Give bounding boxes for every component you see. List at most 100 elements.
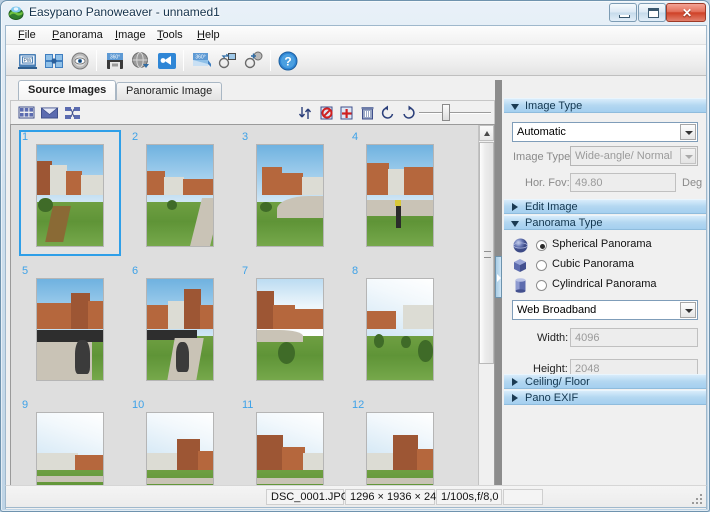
menu-help[interactable]: Help [191, 28, 226, 43]
scroll-up-button[interactable] [479, 125, 494, 141]
chevron-down-icon[interactable] [680, 124, 696, 140]
menu-panorama[interactable]: Panorama [46, 28, 109, 43]
thumbnail-grid-inner: 1 2 3 4 5 6 7 8 9 10 11 12 [11, 125, 479, 503]
single-image-view-icon[interactable] [40, 104, 59, 122]
menu-image[interactable]: Image [109, 28, 152, 43]
remove-image-icon[interactable] [318, 104, 337, 122]
thumbnail-image[interactable] [366, 144, 434, 247]
thumbnail-image[interactable] [146, 144, 214, 247]
toolbar-separator-2 [183, 50, 184, 71]
sort-images-icon[interactable] [296, 104, 315, 122]
client-area: File Panorama Image Tools Help PW 360° 3… [5, 25, 707, 509]
add-hotspot-icon[interactable] [242, 49, 266, 73]
thumbnail-image[interactable] [256, 278, 324, 381]
detail-list-view-icon[interactable] [63, 104, 82, 122]
publish-360-icon[interactable]: 360° [190, 49, 214, 73]
close-button[interactable]: ✕ [666, 3, 706, 22]
window-title: Easypano Panoweaver - unnamed1 [29, 5, 220, 19]
thumbnail-cell-7[interactable]: 7 [239, 265, 341, 395]
thumbnail-cell-5[interactable]: 5 [19, 265, 121, 395]
thumbnail-number: 7 [242, 265, 249, 277]
chevron-down-icon[interactable] [680, 302, 696, 318]
tab-strip: Source Images Panoramic Image [10, 80, 495, 100]
zoom-slider-thumb[interactable] [442, 104, 450, 121]
thumbnail-image[interactable] [256, 144, 324, 247]
hor-fov-value: 49.80 [575, 177, 603, 189]
share-icon[interactable] [155, 49, 179, 73]
option-label: Spherical Panorama [552, 238, 652, 250]
panorama-width-input[interactable]: 4096 [570, 328, 698, 347]
sphere-icon [512, 237, 529, 254]
panorama-quality-combo[interactable]: Web Broadband [512, 300, 698, 320]
application-window: Easypano Panoweaver - unnamed1 ✕ File Pa… [0, 0, 710, 512]
resize-grip[interactable] [690, 492, 704, 506]
thumbnail-image[interactable] [36, 278, 104, 381]
thumbnail-cell-3[interactable]: 3 [239, 131, 341, 261]
thumbnail-grid[interactable]: 1 2 3 4 5 6 7 8 9 10 11 12 [10, 124, 495, 504]
thumbnail-cell-8[interactable]: 8 [349, 265, 451, 395]
virtual-tour-icon[interactable] [216, 49, 240, 73]
help-icon[interactable]: ? [276, 49, 300, 73]
new-project-icon[interactable]: PW [16, 49, 40, 73]
image-type-label: Image Type: [513, 151, 574, 163]
settings-panel: Image Type Automatic Image Type: Wide-an… [504, 80, 706, 504]
image-type-combo[interactable]: Wide-angle/ Normal [570, 146, 698, 166]
grid-vertical-scrollbar[interactable] [478, 125, 494, 503]
thumbnail-number: 6 [132, 265, 139, 277]
delete-all-icon[interactable] [358, 104, 377, 122]
thumbnail-zoom-slider[interactable] [419, 104, 491, 121]
scrollbar-thumb[interactable] [479, 142, 494, 364]
image-type-mode-combo[interactable]: Automatic [512, 122, 698, 142]
section-edit-image[interactable]: Edit Image [504, 199, 706, 214]
section-image-type[interactable]: Image Type [504, 98, 706, 113]
minimize-button[interactable] [609, 3, 637, 22]
radio-cubic[interactable] [536, 260, 547, 271]
panorama-option-spherical[interactable]: Spherical Panorama [504, 236, 706, 256]
hor-fov-input[interactable]: 49.80 [570, 173, 676, 192]
section-pano-exif[interactable]: Pano EXIF [504, 390, 706, 405]
thumbnail-cell-2[interactable]: 2 [129, 131, 231, 261]
thumbnail-image[interactable] [366, 278, 434, 381]
rotate-right-icon[interactable] [399, 104, 418, 122]
radio-spherical[interactable] [536, 240, 547, 251]
panorama-option-cylindrical[interactable]: Cylindrical Panorama [504, 276, 706, 296]
combo-value: Automatic [517, 126, 566, 138]
thumbnail-view-icon[interactable] [17, 104, 36, 122]
thumbnail-image[interactable] [36, 144, 104, 247]
maximize-button[interactable] [638, 3, 666, 22]
pane-splitter[interactable] [495, 80, 502, 504]
preview-icon[interactable] [68, 49, 92, 73]
cylinder-icon [512, 277, 529, 294]
add-image-icon[interactable] [338, 104, 357, 122]
main-toolbar: PW 360° 360° ? [6, 45, 706, 76]
panorama-width-value: 4096 [575, 332, 600, 344]
status-bar: DSC_0001.JPG 1296 × 1936 × 24b 1/100s,f/… [5, 485, 707, 508]
menu-file[interactable]: File [12, 28, 42, 43]
tab-source-images[interactable]: Source Images [18, 80, 117, 100]
save-panorama-icon[interactable]: 360° [103, 49, 127, 73]
radio-cylindrical[interactable] [536, 280, 547, 291]
source-images-pane: Source Images Panoramic Image 1 2 3 4 5 … [10, 80, 495, 504]
menu-tools[interactable]: Tools [151, 28, 189, 43]
thumbnail-number: 4 [352, 131, 359, 143]
thumbnail-number: 2 [132, 131, 139, 143]
thumbnail-cell-1[interactable]: 1 [19, 130, 121, 261]
close-icon: ✕ [682, 6, 693, 20]
thumbnail-toolbar [10, 100, 495, 124]
svg-text:PW: PW [23, 58, 31, 64]
tab-panoramic-image[interactable]: Panoramic Image [116, 82, 223, 100]
stitch-icon[interactable] [42, 49, 66, 73]
thumbnail-cell-4[interactable]: 4 [349, 131, 451, 261]
publish-globe-icon[interactable] [129, 49, 153, 73]
thumbnail-image[interactable] [146, 278, 214, 381]
section-panorama-type[interactable]: Panorama Type [504, 215, 706, 230]
rotate-left-icon[interactable] [379, 104, 398, 122]
section-label: Pano EXIF [525, 392, 579, 404]
panorama-option-cubic[interactable]: Cubic Panorama [504, 256, 706, 276]
section-ceiling-floor[interactable]: Ceiling/ Floor [504, 374, 706, 389]
chevron-down-icon[interactable] [680, 148, 696, 164]
toolbar-separator-3 [270, 50, 271, 71]
splitter-collapse-handle[interactable] [495, 256, 502, 298]
thumbnail-cell-6[interactable]: 6 [129, 265, 231, 395]
toolbar-separator-1 [96, 50, 97, 71]
